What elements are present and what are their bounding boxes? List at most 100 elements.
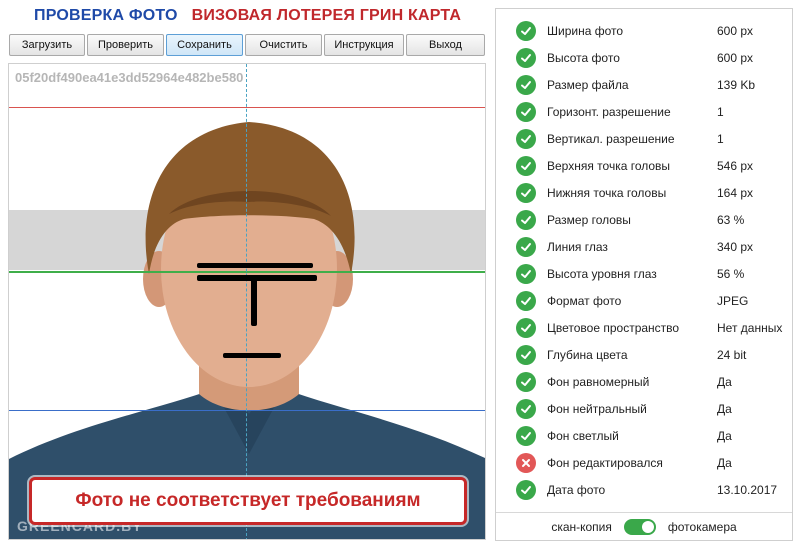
check-list: Ширина фото 600 px Высота фото 600 px Размер…	[496, 17, 792, 503]
check-icon	[516, 344, 536, 365]
check-icon	[516, 47, 536, 68]
check-label: Высота уровня глаз	[547, 266, 657, 281]
check-value: Да	[717, 374, 732, 389]
check-value: 139 Kb	[717, 77, 756, 92]
check-row: Глубина цвета 24 bit	[496, 341, 792, 368]
check-row: Фон нейтральный Да	[496, 395, 792, 422]
header: ПРОВЕРКА ФОТО ВИЗОВАЯ ЛОТЕРЕЯ ГРИН КАРТА	[0, 0, 490, 32]
check-value: 1	[717, 104, 724, 119]
check-icon	[516, 290, 536, 311]
check-row: Размер файла 139 Kb	[496, 71, 792, 98]
toggle-label-scan: скан-копия	[551, 520, 612, 534]
check-row: Размер головы 63 %	[496, 206, 792, 233]
toolbar: Загрузить Проверить Сохранить Очистить И…	[9, 34, 487, 56]
check-label: Высота фото	[547, 50, 620, 65]
check-row: Высота уровня глаз 56 %	[496, 260, 792, 287]
head-top-line	[9, 107, 485, 108]
app-title: ПРОВЕРКА ФОТО	[34, 7, 178, 24]
photo-preview: 05f20df490ea41e3dd52964e482be580 GREENCA…	[8, 63, 486, 540]
check-label: Фон равномерный	[547, 374, 650, 389]
check-icon	[516, 263, 536, 284]
divider	[496, 512, 792, 513]
toggle-label-camera: фотокамера	[667, 520, 737, 534]
check-label: Фон светлый	[547, 428, 619, 443]
check-value: 164 px	[717, 185, 754, 200]
chin-line	[9, 410, 485, 411]
check-row: Вертикал. разрешение 1	[496, 125, 792, 152]
source-toggle-row: скан-копия фотокамера	[496, 515, 792, 539]
check-value: 600 px	[717, 23, 754, 38]
nose-mark	[251, 278, 257, 326]
check-value: 13.10.2017	[717, 482, 778, 497]
check-label: Линия глаз	[547, 239, 608, 254]
person-photo	[9, 122, 485, 539]
check-value: 1	[717, 131, 724, 146]
check-button[interactable]: Проверить	[87, 34, 164, 56]
check-icon	[516, 74, 536, 95]
check-row: Верхняя точка головы 546 px	[496, 152, 792, 179]
check-row: Формат фото JPEG	[496, 287, 792, 314]
check-label: Вертикал. разрешение	[547, 131, 675, 146]
result-alert: Фото не соответствует требованиям	[29, 477, 467, 525]
check-row: Фон светлый Да	[496, 422, 792, 449]
instruction-button[interactable]: Инструкция	[324, 34, 404, 56]
check-value: Нет данных	[717, 320, 783, 335]
check-value: Да	[717, 401, 732, 416]
check-value: 56 %	[717, 266, 745, 281]
check-label: Фон нейтральный	[547, 401, 647, 416]
source-toggle[interactable]	[623, 519, 656, 535]
check-label: Размер головы	[547, 212, 631, 227]
result-alert-text: Фото не соответствует требованиям	[75, 490, 421, 511]
check-row: Фон редактировался Да	[496, 449, 792, 476]
check-row: Дата фото 13.10.2017	[496, 476, 792, 503]
check-label: Нижняя точка головы	[547, 185, 667, 200]
check-label: Глубина цвета	[547, 347, 628, 362]
app-subtitle: ВИЗОВАЯ ЛОТЕРЕЯ ГРИН КАРТА	[191, 7, 462, 24]
check-icon	[516, 101, 536, 122]
check-value: Да	[717, 455, 732, 470]
check-label: Цветовое пространство	[547, 320, 680, 335]
check-icon	[516, 236, 536, 257]
center-line	[246, 64, 247, 539]
check-icon	[516, 398, 536, 419]
check-icon	[516, 371, 536, 392]
check-label: Размер файла	[547, 77, 629, 92]
save-button[interactable]: Сохранить	[166, 34, 243, 56]
check-value: 340 px	[717, 239, 754, 254]
check-row: Ширина фото 600 px	[496, 17, 792, 44]
eye-mark-upper	[197, 263, 313, 268]
check-icon	[516, 209, 536, 230]
check-label: Горизонт. разрешение	[547, 104, 671, 119]
check-icon	[516, 479, 536, 500]
exit-button[interactable]: Выход	[406, 34, 485, 56]
eye-mark-lower	[197, 275, 317, 281]
check-icon	[516, 20, 536, 41]
check-icon	[516, 155, 536, 176]
check-icon	[516, 425, 536, 446]
cross-icon	[516, 452, 536, 473]
check-label: Фон редактировался	[547, 455, 663, 470]
mouth-mark	[223, 353, 281, 358]
check-icon	[516, 128, 536, 149]
photo-hash: 05f20df490ea41e3dd52964e482be580	[15, 70, 244, 85]
check-row: Линия глаз 340 px	[496, 233, 792, 260]
check-value: JPEG	[717, 293, 749, 308]
check-icon	[516, 317, 536, 338]
load-button[interactable]: Загрузить	[9, 34, 85, 56]
check-icon	[516, 182, 536, 203]
check-label: Верхняя точка головы	[547, 158, 671, 173]
check-label: Формат фото	[547, 293, 622, 308]
check-row: Фон равномерный Да	[496, 368, 792, 395]
check-value: Да	[717, 428, 732, 443]
check-value: 600 px	[717, 50, 754, 65]
check-value: 546 px	[717, 158, 754, 173]
eye-line	[9, 271, 485, 273]
clear-button[interactable]: Очистить	[245, 34, 322, 56]
app-window: ПРОВЕРКА ФОТО ВИЗОВАЯ ЛОТЕРЕЯ ГРИН КАРТА…	[0, 0, 800, 547]
check-label: Ширина фото	[547, 23, 624, 38]
results-panel: Ширина фото 600 px Высота фото 600 px Размер…	[495, 8, 793, 541]
check-row: Нижняя точка головы 164 px	[496, 179, 792, 206]
check-row: Высота фото 600 px	[496, 44, 792, 71]
toggle-knob	[641, 521, 654, 533]
check-row: Горизонт. разрешение 1	[496, 98, 792, 125]
